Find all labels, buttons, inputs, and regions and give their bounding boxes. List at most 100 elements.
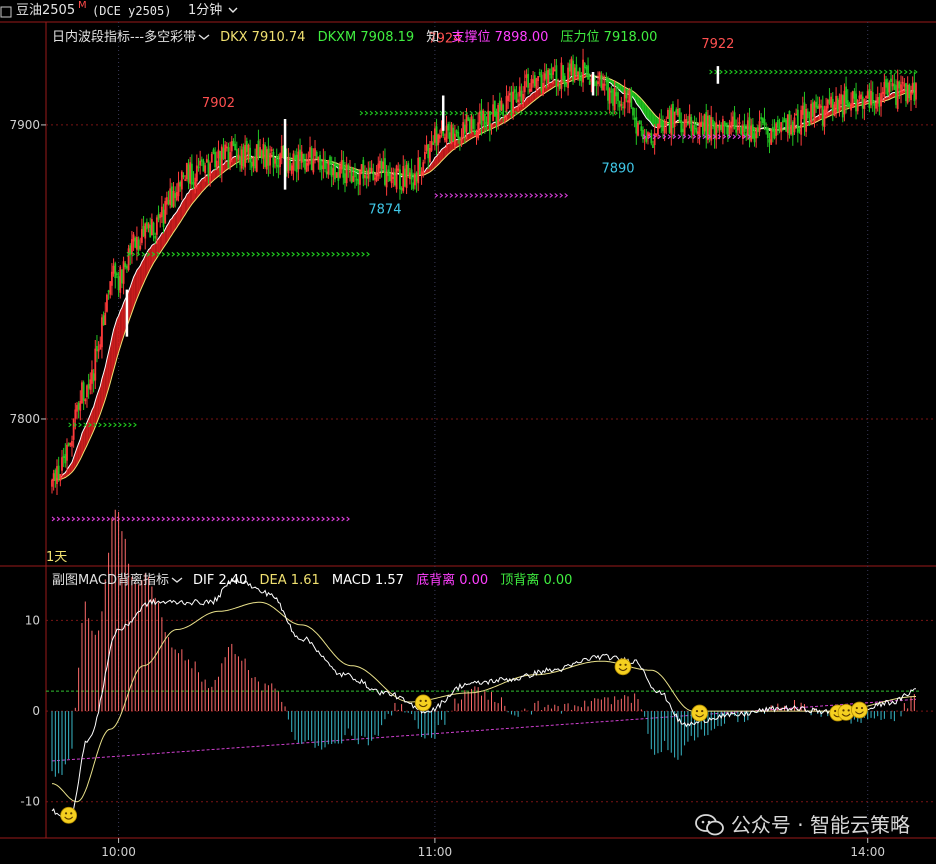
resistance-marker (272, 252, 275, 256)
dkxm-line (52, 76, 916, 480)
chart-stage[interactable]: 78007900100-1010:0011:0014:0079027874792… (0, 0, 936, 860)
support-marker (322, 517, 325, 521)
resistance-marker (849, 70, 852, 74)
resistance-marker (455, 111, 458, 115)
candle-body (65, 455, 66, 463)
support-marker (92, 517, 95, 521)
resistance-marker (237, 252, 240, 256)
candle-body (636, 118, 637, 134)
sub-indicator-name[interactable]: 副图MACD背离指标 (52, 573, 169, 588)
smiley-eye (848, 709, 850, 711)
period-selector[interactable]: 1分钟 (188, 0, 238, 22)
candle-body (594, 78, 595, 79)
candle-body (706, 112, 707, 137)
support-marker (272, 517, 275, 521)
resistance-marker (222, 252, 225, 256)
resistance-marker (735, 70, 738, 74)
support-marker (347, 517, 350, 521)
resistance-marker (784, 70, 787, 74)
chart-canvas[interactable]: 78007900100-1010:0011:0014:0079027874792… (0, 0, 936, 860)
candle-body (453, 128, 454, 141)
symbol-name[interactable]: 豆油2505 (16, 0, 75, 22)
support-marker (460, 193, 463, 197)
resistance-marker (560, 111, 563, 115)
sub-legend: 副图MACD背离指标DIF 2.40 DEA 1.61 MACD 1.57 底背… (52, 569, 572, 588)
resistance-marker (322, 252, 325, 256)
resistance-marker (142, 252, 145, 256)
support-marker (257, 517, 260, 521)
candle-body (68, 444, 69, 446)
chevron-down-icon[interactable] (171, 576, 183, 584)
candle-body (579, 68, 580, 80)
indicator-name[interactable]: 日内波段指标---多空彩带 (52, 30, 196, 45)
candle-body (198, 167, 199, 168)
candle-body (96, 346, 97, 350)
smiley-eye (425, 700, 427, 702)
resistance-marker (312, 252, 315, 256)
price-tick-label: 7900 (9, 118, 40, 132)
candle-body (511, 92, 512, 111)
candle-body (503, 105, 504, 115)
support-marker (505, 193, 508, 197)
candle-body (746, 134, 747, 136)
candle-body (528, 74, 529, 87)
candle-body (514, 90, 515, 93)
candle-body (303, 154, 304, 161)
candle-body (906, 84, 907, 101)
support-marker (122, 517, 125, 521)
support-marker (733, 135, 736, 139)
candle-body (581, 78, 582, 81)
smiley-eye (619, 664, 621, 666)
support-marker (485, 193, 488, 197)
smiley-eye (842, 709, 844, 711)
candle-body (741, 127, 742, 134)
resistance-marker (420, 111, 423, 115)
candle-body (474, 131, 475, 134)
candle-body (634, 118, 635, 119)
resistance-marker (395, 111, 398, 115)
candle-body (296, 155, 297, 172)
support-marker (520, 193, 523, 197)
candle-body (767, 128, 768, 138)
support-marker (57, 517, 60, 521)
resistance-marker (99, 423, 102, 427)
dea-label: DEA (260, 573, 287, 588)
smiley-marker (61, 807, 77, 823)
candle-body (816, 102, 817, 107)
candle-body (744, 125, 745, 132)
candle-body (499, 101, 500, 111)
candle-body (320, 155, 321, 169)
candle-body (233, 142, 234, 146)
candle-body (236, 150, 237, 159)
resistance-marker (277, 252, 280, 256)
candle-body (305, 161, 306, 169)
resistance-marker (894, 70, 897, 74)
chevron-down-icon[interactable] (198, 33, 210, 41)
candle-body (215, 152, 216, 166)
candle-body (909, 85, 910, 98)
smiley-eye (70, 812, 72, 814)
main-legend: 日内波段指标---多空彩带DKX 7910.74 DKXM 7908.19 知 … (52, 26, 657, 45)
candle-body (669, 111, 670, 133)
candle-body (646, 137, 647, 141)
candle-body (473, 120, 474, 129)
candle-body (807, 112, 808, 118)
candle-body (588, 66, 589, 80)
candle-body (721, 126, 722, 130)
resistance-marker (535, 111, 538, 115)
candle-body (761, 118, 762, 119)
candle-body (250, 148, 251, 162)
support-marker (337, 517, 340, 521)
smiley-face (692, 705, 708, 721)
candle-body (273, 152, 274, 167)
candle-body (354, 173, 355, 177)
candle-body (258, 141, 259, 157)
smiley-eye (701, 710, 703, 712)
candle-body (388, 170, 389, 176)
smiley-face (415, 695, 431, 711)
candle-body (772, 127, 773, 131)
menu-icon[interactable] (0, 1, 12, 13)
candle-body (774, 130, 775, 138)
macd-tick-label: -10 (20, 795, 40, 809)
resistance-marker (182, 252, 185, 256)
